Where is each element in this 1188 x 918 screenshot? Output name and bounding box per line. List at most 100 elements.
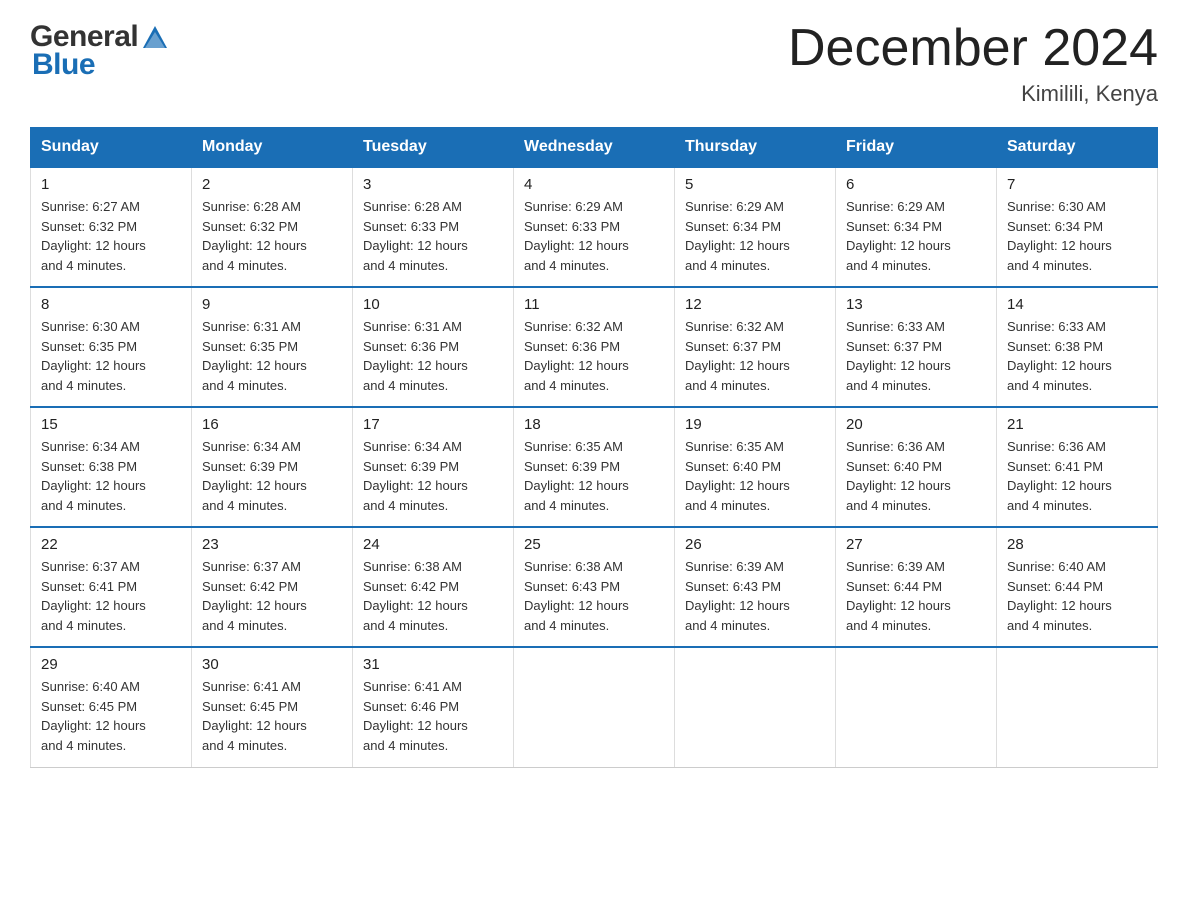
calendar-header: Sunday Monday Tuesday Wednesday Thursday… [31,128,1158,168]
day-info: Sunrise: 6:38 AMSunset: 6:42 PMDaylight:… [363,557,503,635]
calendar-cell: 31 Sunrise: 6:41 AMSunset: 6:46 PMDayligh… [353,647,514,767]
day-number: 7 [1007,176,1147,193]
col-thursday: Thursday [675,128,836,168]
calendar-cell: 22 Sunrise: 6:37 AMSunset: 6:41 PMDayligh… [31,527,192,647]
logo-blue-text: Blue [32,48,95,82]
day-info: Sunrise: 6:29 AMSunset: 6:34 PMDaylight:… [685,197,825,275]
calendar-cell: 19Sunrise: 6:35 AMSunset: 6:40 PMDayligh… [675,407,836,527]
day-number: 30 [202,656,342,673]
day-number: 21 [1007,416,1147,433]
day-number: 1 [41,176,181,193]
day-number: 11 [524,296,664,313]
day-info: Sunrise: 6:35 AMSunset: 6:40 PMDaylight:… [685,437,825,515]
day-info: Sunrise: 6:41 AMSunset: 6:45 PMDaylight:… [202,677,342,755]
calendar-table: Sunday Monday Tuesday Wednesday Thursday… [30,127,1158,768]
day-number: 24 [363,536,503,553]
calendar-week-4: 22 Sunrise: 6:37 AMSunset: 6:41 PMDayligh… [31,527,1158,647]
calendar-cell: 5 Sunrise: 6:29 AMSunset: 6:34 PMDaylight… [675,167,836,287]
calendar-cell: 11 Sunrise: 6:32 AMSunset: 6:36 PMDayligh… [514,287,675,407]
day-number: 23 [202,536,342,553]
calendar-cell: 26 Sunrise: 6:39 AMSunset: 6:43 PMDayligh… [675,527,836,647]
day-info: Sunrise: 6:39 AMSunset: 6:43 PMDaylight:… [685,557,825,635]
calendar-cell: 24 Sunrise: 6:38 AMSunset: 6:42 PMDayligh… [353,527,514,647]
calendar-cell: 9 Sunrise: 6:31 AMSunset: 6:35 PMDaylight… [192,287,353,407]
calendar-cell: 8 Sunrise: 6:30 AMSunset: 6:35 PMDaylight… [31,287,192,407]
calendar-cell: 28Sunrise: 6:40 AMSunset: 6:44 PMDayligh… [997,527,1158,647]
day-number: 6 [846,176,986,193]
calendar-cell: 25 Sunrise: 6:38 AMSunset: 6:43 PMDayligh… [514,527,675,647]
day-info: Sunrise: 6:40 AMSunset: 6:45 PMDaylight:… [41,677,181,755]
calendar-cell: 20Sunrise: 6:36 AMSunset: 6:40 PMDayligh… [836,407,997,527]
page-header: General Blue December 2024 Kimilili, Ken… [30,20,1158,107]
calendar-cell: 27Sunrise: 6:39 AMSunset: 6:44 PMDayligh… [836,527,997,647]
day-info: Sunrise: 6:41 AMSunset: 6:46 PMDaylight:… [363,677,503,755]
col-friday: Friday [836,128,997,168]
calendar-cell: 18Sunrise: 6:35 AMSunset: 6:39 PMDayligh… [514,407,675,527]
col-wednesday: Wednesday [514,128,675,168]
col-monday: Monday [192,128,353,168]
calendar-cell: 1 Sunrise: 6:27 AMSunset: 6:32 PMDaylight… [31,167,192,287]
day-number: 18 [524,416,664,433]
calendar-cell: 13Sunrise: 6:33 AMSunset: 6:37 PMDayligh… [836,287,997,407]
day-number: 26 [685,536,825,553]
calendar-cell: 7 Sunrise: 6:30 AMSunset: 6:34 PMDaylight… [997,167,1158,287]
day-info: Sunrise: 6:30 AMSunset: 6:35 PMDaylight:… [41,317,181,395]
day-info: Sunrise: 6:29 AMSunset: 6:34 PMDaylight:… [846,197,986,275]
calendar-cell: 15Sunrise: 6:34 AMSunset: 6:38 PMDayligh… [31,407,192,527]
calendar-week-2: 8 Sunrise: 6:30 AMSunset: 6:35 PMDaylight… [31,287,1158,407]
day-number: 9 [202,296,342,313]
calendar-cell [514,647,675,767]
day-info: Sunrise: 6:28 AMSunset: 6:33 PMDaylight:… [363,197,503,275]
day-info: Sunrise: 6:34 AMSunset: 6:38 PMDaylight:… [41,437,181,515]
calendar-cell: 10Sunrise: 6:31 AMSunset: 6:36 PMDayligh… [353,287,514,407]
day-number: 8 [41,296,181,313]
day-number: 2 [202,176,342,193]
day-info: Sunrise: 6:34 AMSunset: 6:39 PMDaylight:… [202,437,342,515]
calendar-cell: 30 Sunrise: 6:41 AMSunset: 6:45 PMDayligh… [192,647,353,767]
day-number: 3 [363,176,503,193]
day-info: Sunrise: 6:39 AMSunset: 6:44 PMDaylight:… [846,557,986,635]
col-tuesday: Tuesday [353,128,514,168]
day-number: 13 [846,296,986,313]
location-label: Kimilili, Kenya [788,81,1158,107]
calendar-cell: 6 Sunrise: 6:29 AMSunset: 6:34 PMDaylight… [836,167,997,287]
calendar-cell [836,647,997,767]
day-info: Sunrise: 6:37 AMSunset: 6:41 PMDaylight:… [41,557,181,635]
calendar-cell: 16 Sunrise: 6:34 AMSunset: 6:39 PMDayligh… [192,407,353,527]
col-sunday: Sunday [31,128,192,168]
calendar-week-1: 1 Sunrise: 6:27 AMSunset: 6:32 PMDaylight… [31,167,1158,287]
calendar-cell [997,647,1158,767]
col-saturday: Saturday [997,128,1158,168]
day-number: 29 [41,656,181,673]
title-section: December 2024 Kimilili, Kenya [788,20,1158,107]
day-info: Sunrise: 6:36 AMSunset: 6:41 PMDaylight:… [1007,437,1147,515]
calendar-cell: 21 Sunrise: 6:36 AMSunset: 6:41 PMDayligh… [997,407,1158,527]
day-number: 31 [363,656,503,673]
calendar-cell: 2Sunrise: 6:28 AMSunset: 6:32 PMDaylight… [192,167,353,287]
day-number: 25 [524,536,664,553]
day-info: Sunrise: 6:32 AMSunset: 6:36 PMDaylight:… [524,317,664,395]
logo: General Blue [30,20,171,82]
day-info: Sunrise: 6:37 AMSunset: 6:42 PMDaylight:… [202,557,342,635]
day-number: 5 [685,176,825,193]
day-info: Sunrise: 6:29 AMSunset: 6:33 PMDaylight:… [524,197,664,275]
header-row: Sunday Monday Tuesday Wednesday Thursday… [31,128,1158,168]
calendar-cell: 23 Sunrise: 6:37 AMSunset: 6:42 PMDayligh… [192,527,353,647]
calendar-cell: 29 Sunrise: 6:40 AMSunset: 6:45 PMDayligh… [31,647,192,767]
day-info: Sunrise: 6:32 AMSunset: 6:37 PMDaylight:… [685,317,825,395]
day-info: Sunrise: 6:40 AMSunset: 6:44 PMDaylight:… [1007,557,1147,635]
day-number: 16 [202,416,342,433]
day-number: 14 [1007,296,1147,313]
day-number: 10 [363,296,503,313]
day-info: Sunrise: 6:38 AMSunset: 6:43 PMDaylight:… [524,557,664,635]
day-number: 17 [363,416,503,433]
day-info: Sunrise: 6:34 AMSunset: 6:39 PMDaylight:… [363,437,503,515]
day-info: Sunrise: 6:33 AMSunset: 6:38 PMDaylight:… [1007,317,1147,395]
day-info: Sunrise: 6:27 AMSunset: 6:32 PMDaylight:… [41,197,181,275]
day-info: Sunrise: 6:31 AMSunset: 6:35 PMDaylight:… [202,317,342,395]
day-info: Sunrise: 6:36 AMSunset: 6:40 PMDaylight:… [846,437,986,515]
day-number: 22 [41,536,181,553]
day-info: Sunrise: 6:30 AMSunset: 6:34 PMDaylight:… [1007,197,1147,275]
calendar-cell: 17 Sunrise: 6:34 AMSunset: 6:39 PMDayligh… [353,407,514,527]
calendar-cell: 3 Sunrise: 6:28 AMSunset: 6:33 PMDaylight… [353,167,514,287]
